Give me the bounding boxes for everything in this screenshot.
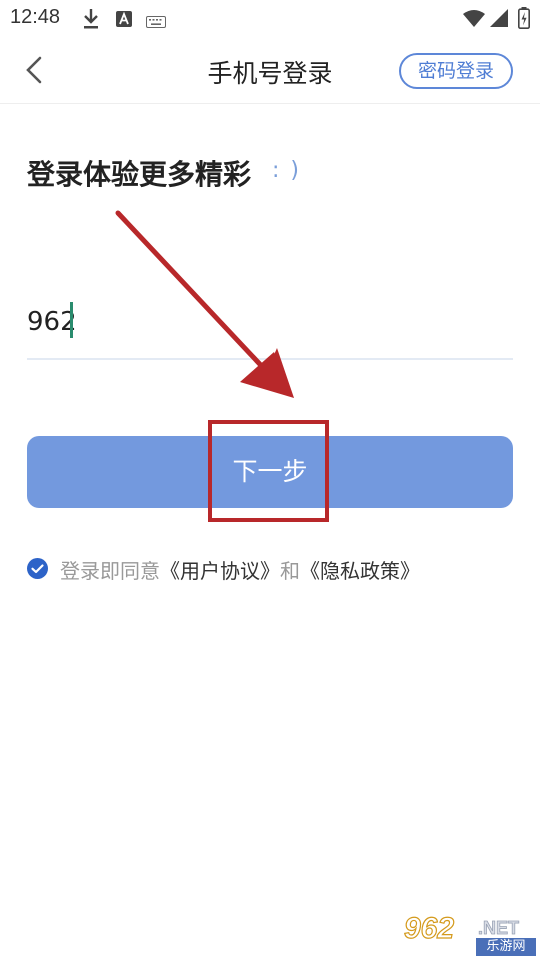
agreement-text: 登录即同意《用户协议》和《隐私政策》 (60, 555, 420, 584)
status-bar: 12:48 (0, 0, 540, 36)
password-login-button[interactable]: 密码登录 (399, 53, 513, 89)
text-cursor (70, 302, 73, 338)
wifi-icon (463, 9, 485, 31)
agree-checkbox[interactable] (27, 558, 48, 579)
user-agreement-link[interactable]: 《用户协议》 (160, 559, 280, 583)
agreement-prefix: 登录即同意 (60, 559, 160, 583)
privacy-policy-link[interactable]: 《隐私政策》 (300, 559, 420, 583)
status-time: 12:48 (10, 6, 61, 28)
input-underline (27, 358, 513, 360)
agreement-conjunction: 和 (280, 559, 300, 583)
watermark-number: 962 (403, 911, 455, 945)
headline-emoticon: : ) (272, 158, 301, 183)
checkmark-icon (31, 564, 44, 574)
watermark-logo: 962 .NET 乐游网 (400, 911, 536, 956)
watermark-site: 乐游网 (476, 938, 536, 956)
next-button[interactable]: 下一步 (27, 436, 513, 508)
a-app-icon (116, 11, 132, 31)
battery-icon (518, 7, 530, 33)
header: 手机号登录 密码登录 (0, 36, 540, 104)
phone-input[interactable] (27, 300, 513, 344)
watermark-net: .NET (478, 918, 520, 939)
signal-icon (490, 9, 508, 31)
keyboard-icon (146, 13, 166, 32)
download-icon (82, 8, 100, 34)
headline: 登录体验更多精彩 (27, 158, 252, 191)
